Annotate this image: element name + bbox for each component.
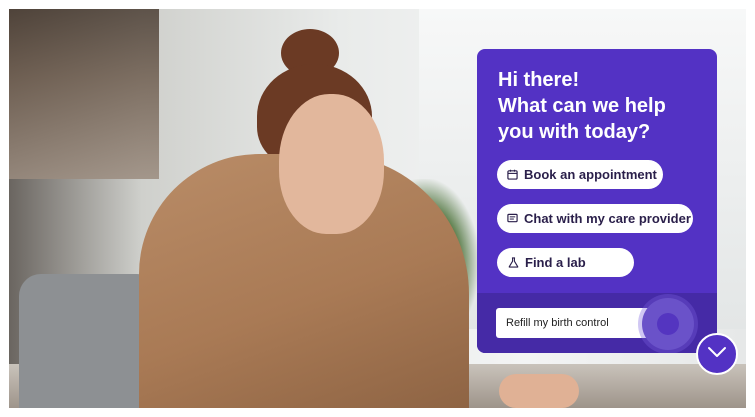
message-composer: Refill my birth control xyxy=(477,293,717,353)
chat-care-provider-label: Chat with my care provider xyxy=(524,211,691,226)
chair xyxy=(19,274,159,408)
flask-icon xyxy=(507,257,519,269)
chat-care-provider-button[interactable]: Chat with my care provider xyxy=(497,204,693,233)
book-appointment-button[interactable]: Book an appointment xyxy=(497,160,663,189)
send-button[interactable] xyxy=(642,298,694,350)
hand xyxy=(499,374,579,408)
send-icon xyxy=(657,313,679,335)
message-input[interactable]: Refill my birth control xyxy=(496,308,652,338)
find-lab-button[interactable]: Find a lab xyxy=(497,248,634,277)
face xyxy=(279,94,384,234)
chat-widget: Hi there! What can we help you with toda… xyxy=(477,49,717,353)
kitchen-shelf xyxy=(9,9,159,179)
book-appointment-label: Book an appointment xyxy=(524,167,657,182)
greeting-line-2: What can we help xyxy=(498,95,666,117)
greeting-line-3: you with today? xyxy=(498,121,651,143)
greeting-line-1: Hi there! xyxy=(498,69,580,91)
message-input-value: Refill my birth control xyxy=(506,317,609,329)
scroll-down-button[interactable] xyxy=(696,333,738,375)
find-lab-label: Find a lab xyxy=(525,255,586,270)
greeting-heading: Hi there! What can we help you with toda… xyxy=(498,67,703,145)
message-icon xyxy=(507,213,518,225)
calendar-icon xyxy=(507,169,518,181)
chevron-down-icon xyxy=(707,345,727,363)
